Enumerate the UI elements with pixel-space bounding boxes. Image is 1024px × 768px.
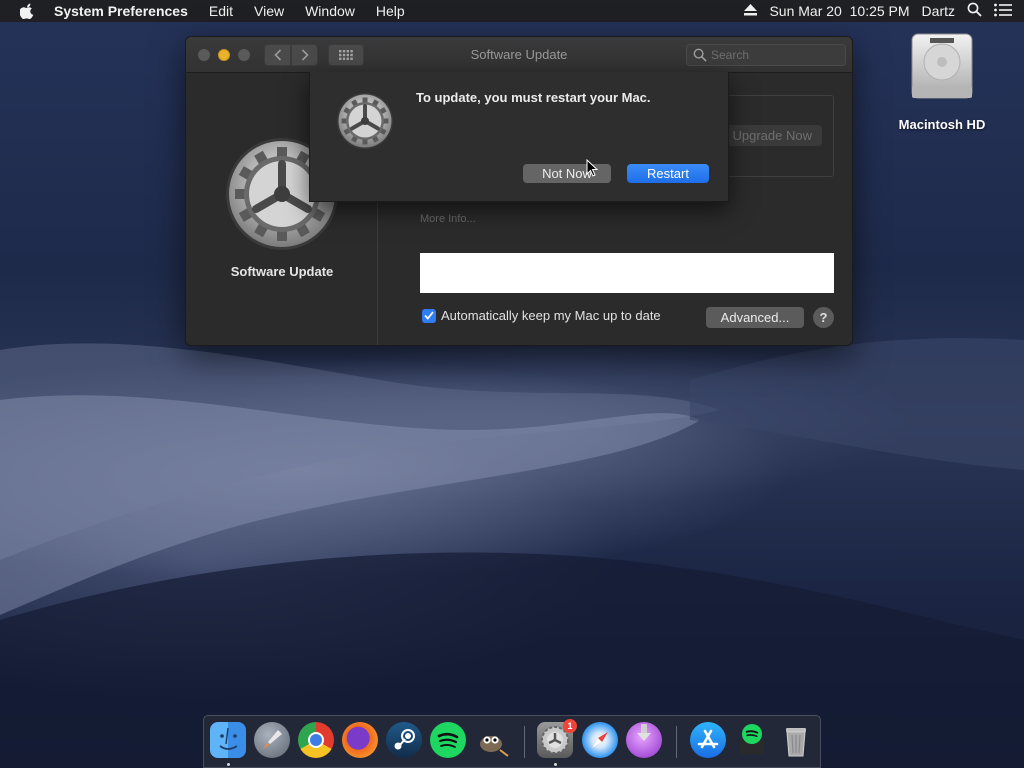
auto-update-checkbox[interactable] xyxy=(422,308,436,323)
spotlight-search-icon[interactable] xyxy=(967,2,982,20)
menu-bar: System Preferences Edit View Window Help… xyxy=(0,0,1024,22)
sidebar-title: Software Update xyxy=(230,264,334,279)
eject-icon[interactable] xyxy=(744,3,758,19)
trash-icon[interactable] xyxy=(778,722,814,758)
auto-update-label: Automatically keep my Mac up to date xyxy=(441,308,661,323)
dock-separator xyxy=(524,726,525,758)
launchpad-icon[interactable] xyxy=(254,722,290,758)
finder-icon[interactable] xyxy=(210,722,246,758)
app-store-icon[interactable] xyxy=(690,722,726,758)
firefox-icon[interactable] xyxy=(342,722,378,758)
checkmark-icon xyxy=(424,311,434,320)
help-button[interactable]: ? xyxy=(813,307,834,328)
update-details-box xyxy=(420,253,834,293)
hard-drive-icon xyxy=(911,33,973,99)
downloader-icon[interactable] xyxy=(626,722,662,758)
advanced-button[interactable]: Advanced... xyxy=(706,307,804,328)
auto-update-row: Automatically keep my Mac up to date xyxy=(422,308,661,323)
finder-running-indicator xyxy=(227,763,230,766)
chrome-icon[interactable] xyxy=(298,722,334,758)
alert-message: To update, you must restart your Mac. xyxy=(416,90,651,105)
macintosh-hd-desktop-icon[interactable]: Macintosh HD xyxy=(890,30,994,132)
title-bar[interactable]: Software Update xyxy=(186,37,852,73)
dock: 1 xyxy=(203,715,821,768)
menu-view[interactable]: View xyxy=(254,3,284,19)
more-info-link[interactable]: More Info... xyxy=(420,213,476,225)
gimp-icon[interactable] xyxy=(474,722,510,758)
user-menu[interactable]: Dartz xyxy=(922,3,955,19)
spotify-icon[interactable] xyxy=(430,722,466,758)
menu-help[interactable]: Help xyxy=(376,3,405,19)
macintosh-hd-label: Macintosh HD xyxy=(898,117,986,132)
search-input[interactable] xyxy=(711,48,831,62)
restart-button[interactable]: Restart xyxy=(627,164,709,183)
notification-center-icon[interactable] xyxy=(994,3,1012,20)
safari-icon[interactable] xyxy=(582,722,618,758)
menu-extras: Sun Mar 20 10:25 PM Dartz xyxy=(744,0,1024,22)
menu-edit[interactable]: Edit xyxy=(209,3,233,19)
alert-gear-icon xyxy=(337,93,393,149)
restart-alert-sheet: To update, you must restart your Mac. No… xyxy=(309,72,729,202)
search-icon xyxy=(693,48,707,62)
clock[interactable]: Sun Mar 20 10:25 PM xyxy=(769,3,909,19)
mouse-pointer-icon xyxy=(586,159,598,177)
system-preferences-badge: 1 xyxy=(563,719,577,733)
spotify-installer-icon[interactable] xyxy=(734,722,770,758)
menu-window[interactable]: Window xyxy=(305,3,355,19)
menu-app-name[interactable]: System Preferences xyxy=(54,3,188,19)
dock-separator-right xyxy=(676,726,677,758)
search-field[interactable] xyxy=(686,44,846,66)
steam-icon[interactable] xyxy=(386,722,422,758)
apple-menu-icon[interactable] xyxy=(20,3,36,19)
system-preferences-running-indicator xyxy=(554,763,557,766)
upgrade-now-button[interactable]: Upgrade Now xyxy=(726,125,822,146)
